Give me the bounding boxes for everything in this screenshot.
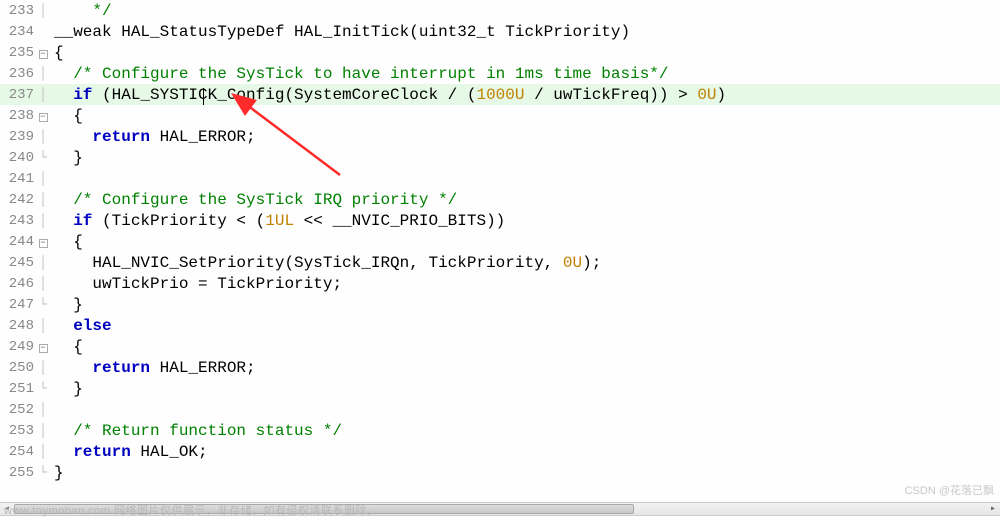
code-text[interactable]: /* Return function status */ [50,422,342,440]
line-number: 236 [0,66,36,82]
code-text[interactable]: } [50,149,83,167]
code-text[interactable]: { [50,107,83,125]
fold-gutter[interactable]: − [36,45,50,60]
fold-gutter: │ [36,318,50,333]
line-number: 247 [0,297,36,313]
line-number: 234 [0,24,36,40]
code-text[interactable]: } [50,296,83,314]
code-line[interactable]: 246│ uwTickPrio = TickPriority; [0,273,1000,294]
code-text[interactable]: return HAL_ERROR; [50,128,256,146]
code-text[interactable]: } [50,380,83,398]
code-text[interactable]: if (TickPriority < (1UL << __NVIC_PRIO_B… [50,212,505,230]
fold-gutter: │ [36,87,50,102]
code-text[interactable]: HAL_NVIC_SetPriority(SysTick_IRQn, TickP… [50,254,601,272]
code-text[interactable]: /* Configure the SysTick to have interru… [50,65,669,83]
code-text[interactable]: /* Configure the SysTick IRQ priority */ [50,191,457,209]
code-line[interactable]: 255└} [0,462,1000,483]
line-number: 243 [0,213,36,229]
code-line[interactable]: 241│ [0,168,1000,189]
code-line[interactable]: 251└ } [0,378,1000,399]
fold-minus-icon[interactable]: − [39,50,48,59]
code-text[interactable]: if (HAL_SYSTICK_Config(SystemCoreClock /… [50,86,726,104]
line-number: 248 [0,318,36,334]
code-line[interactable]: 253│ /* Return function status */ [0,420,1000,441]
fold-gutter: │ [36,3,50,18]
code-text[interactable]: else [50,317,112,335]
code-line[interactable]: 239│ return HAL_ERROR; [0,126,1000,147]
code-text[interactable]: __weak HAL_StatusTypeDef HAL_InitTick(ui… [50,23,630,41]
line-number: 242 [0,192,36,208]
code-line[interactable]: 233│ */ [0,0,1000,21]
fold-gutter: └ [36,297,50,312]
code-text[interactable]: } [50,464,64,482]
fold-gutter[interactable]: − [36,339,50,354]
fold-gutter: │ [36,276,50,291]
scroll-right-icon[interactable]: ▸ [986,503,1000,515]
line-number: 252 [0,402,36,418]
code-line[interactable]: 248│ else [0,315,1000,336]
line-number: 254 [0,444,36,460]
code-text[interactable]: return HAL_ERROR; [50,359,256,377]
line-number: 237 [0,87,36,103]
fold-gutter[interactable]: − [36,234,50,249]
line-number: 253 [0,423,36,439]
code-text[interactable]: return HAL_OK; [50,443,208,461]
code-text[interactable]: { [50,338,83,356]
line-number: 239 [0,129,36,145]
fold-gutter: │ [36,444,50,459]
line-number: 251 [0,381,36,397]
code-line[interactable]: 252│ [0,399,1000,420]
fold-gutter: │ [36,423,50,438]
code-line[interactable]: 236│ /* Configure the SysTick to have in… [0,63,1000,84]
line-number: 246 [0,276,36,292]
code-line[interactable]: 240└ } [0,147,1000,168]
fold-gutter: │ [36,255,50,270]
fold-gutter: │ [36,360,50,375]
code-line[interactable]: 237│ if (HAL_SYSTICK_Config(SystemCoreCl… [0,84,1000,105]
code-text[interactable]: { [50,44,64,62]
code-line[interactable]: 244− { [0,231,1000,252]
code-line[interactable]: 235−{ [0,42,1000,63]
line-number: 233 [0,3,36,19]
code-line[interactable]: 247└ } [0,294,1000,315]
text-caret [203,88,204,105]
fold-gutter: │ [36,129,50,144]
line-number: 244 [0,234,36,250]
watermark-csdn: CSDN @花落已飘 [905,482,994,498]
code-text[interactable]: uwTickPrio = TickPriority; [50,275,342,293]
fold-minus-icon[interactable]: − [39,113,48,122]
code-editor[interactable]: 233│ */234__weak HAL_StatusTypeDef HAL_I… [0,0,1000,498]
fold-gutter: │ [36,213,50,228]
code-line[interactable]: 254│ return HAL_OK; [0,441,1000,462]
watermark-source: www.toymoban.com 网络图片仅供展示，非存储，如有侵权请联系删除。 [4,502,378,518]
fold-gutter: └ [36,381,50,396]
code-line[interactable]: 234 __weak HAL_StatusTypeDef HAL_InitTick… [0,21,1000,42]
line-number: 240 [0,150,36,166]
line-number: 241 [0,171,36,187]
line-number: 255 [0,465,36,481]
fold-gutter: │ [36,66,50,81]
code-text[interactable]: { [50,233,83,251]
fold-gutter: │ [36,171,50,186]
code-line[interactable]: 238− { [0,105,1000,126]
line-number: 250 [0,360,36,376]
fold-minus-icon[interactable]: − [39,239,48,248]
line-number: 249 [0,339,36,355]
line-number: 238 [0,108,36,124]
fold-gutter: └ [36,465,50,480]
fold-gutter: │ [36,192,50,207]
fold-minus-icon[interactable]: − [39,344,48,353]
line-number: 245 [0,255,36,271]
line-number: 235 [0,45,36,61]
fold-gutter: └ [36,150,50,165]
fold-gutter[interactable]: − [36,108,50,123]
fold-gutter: │ [36,402,50,417]
code-line[interactable]: 250│ return HAL_ERROR; [0,357,1000,378]
code-line[interactable]: 249− { [0,336,1000,357]
code-line[interactable]: 245│ HAL_NVIC_SetPriority(SysTick_IRQn, … [0,252,1000,273]
code-line[interactable]: 243│ if (TickPriority < (1UL << __NVIC_P… [0,210,1000,231]
code-line[interactable]: 242│ /* Configure the SysTick IRQ priori… [0,189,1000,210]
code-text[interactable]: */ [50,2,112,20]
